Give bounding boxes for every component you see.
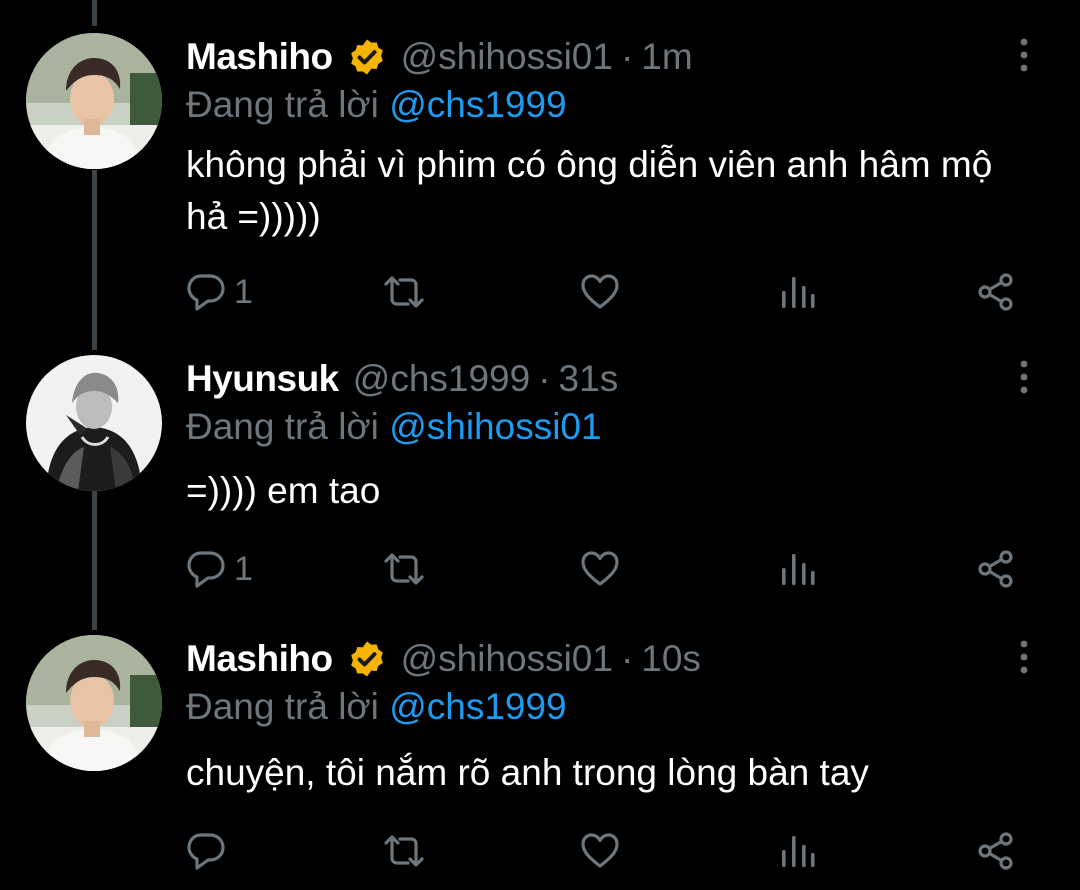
retweet-icon xyxy=(382,272,426,312)
separator-dot: · xyxy=(620,638,634,679)
reply-button[interactable] xyxy=(186,829,234,873)
reply-count: 1 xyxy=(234,549,253,588)
reply-icon xyxy=(186,272,226,312)
verified-badge-icon xyxy=(347,37,387,77)
user-handle[interactable]: @shihossi01 xyxy=(401,35,613,79)
analytics-icon xyxy=(778,549,818,589)
analytics-icon xyxy=(778,272,818,312)
share-icon xyxy=(976,272,1016,312)
thread-line-top xyxy=(92,0,97,26)
share-button[interactable] xyxy=(976,547,1016,591)
tweet-3[interactable]: Mashiho @shihossi01 · 10s Đang trả lời @… xyxy=(0,635,1080,885)
tweet-header: Mashiho @shihossi01 · 10s xyxy=(186,637,701,681)
analytics-button[interactable] xyxy=(778,829,818,873)
like-button[interactable] xyxy=(580,547,620,591)
display-name[interactable]: Mashiho xyxy=(186,637,333,681)
retweet-button[interactable] xyxy=(382,829,426,873)
replying-to-label: Đang trả lời xyxy=(186,84,379,125)
share-button[interactable] xyxy=(976,270,1016,314)
retweet-icon xyxy=(382,549,426,589)
tweet-header: Mashiho @shihossi01 · 1m xyxy=(186,35,693,79)
tweet-2[interactable]: Hyunsuk @chs1999 · 31s Đang trả lời @shi… xyxy=(0,355,1080,605)
retweet-button[interactable] xyxy=(382,547,426,591)
avatar[interactable] xyxy=(26,635,162,771)
separator-dot: · xyxy=(538,358,551,399)
mention-link[interactable]: @chs1999 xyxy=(389,84,566,125)
user-handle[interactable]: @shihossi01 xyxy=(401,637,613,681)
display-name[interactable]: Mashiho xyxy=(186,35,333,79)
analytics-icon xyxy=(778,831,818,871)
share-icon xyxy=(976,831,1016,871)
replying-to: Đang trả lời @shihossi01 xyxy=(186,405,602,449)
user-handle[interactable]: @chs1999 xyxy=(353,357,530,401)
reply-count: 1 xyxy=(234,272,253,311)
share-button[interactable] xyxy=(976,829,1016,873)
reply-icon xyxy=(186,831,226,871)
mention-link[interactable]: @shihossi01 xyxy=(389,406,601,447)
display-name[interactable]: Hyunsuk xyxy=(186,357,339,401)
tweet-text: không phải vì phim có ông diễn viên anh … xyxy=(186,144,993,237)
avatar-image xyxy=(26,635,162,771)
avatar[interactable] xyxy=(26,33,162,169)
tweet-1[interactable]: Mashiho @shihossi01 · 1m Đang trả lời @c… xyxy=(0,33,1080,323)
retweet-button[interactable] xyxy=(382,270,426,314)
like-icon xyxy=(580,272,620,312)
reply-button[interactable]: 1 xyxy=(186,270,253,314)
timestamp[interactable]: 10s xyxy=(641,637,701,681)
replying-to: Đang trả lời @chs1999 xyxy=(186,83,567,127)
verified-badge-icon xyxy=(347,639,387,679)
action-bar xyxy=(186,829,1026,873)
like-button[interactable] xyxy=(580,829,620,873)
tweet-text: chuyện, tôi nắm rõ anh trong lòng bàn ta… xyxy=(186,752,869,793)
replying-to-label: Đang trả lời xyxy=(186,406,379,447)
more-options-icon[interactable] xyxy=(1016,359,1032,395)
share-icon xyxy=(976,549,1016,589)
more-options-icon[interactable] xyxy=(1016,37,1032,73)
avatar-image xyxy=(26,355,162,491)
timestamp[interactable]: 1m xyxy=(641,35,692,79)
tweet-text: =)))) em tao xyxy=(186,470,381,511)
replying-to: Đang trả lời @chs1999 xyxy=(186,685,567,729)
like-button[interactable] xyxy=(580,270,620,314)
action-bar: 1 xyxy=(186,270,1026,314)
reply-button[interactable]: 1 xyxy=(186,547,253,591)
action-bar: 1 xyxy=(186,547,1026,591)
avatar-image xyxy=(26,33,162,169)
avatar[interactable] xyxy=(26,355,162,491)
analytics-button[interactable] xyxy=(778,547,818,591)
reply-icon xyxy=(186,549,226,589)
separator-dot: · xyxy=(620,36,634,77)
more-options-icon[interactable] xyxy=(1016,639,1032,675)
retweet-icon xyxy=(382,831,426,871)
replying-to-label: Đang trả lời xyxy=(186,686,379,727)
timestamp[interactable]: 31s xyxy=(559,357,619,401)
tweet-header: Hyunsuk @chs1999 · 31s xyxy=(186,357,618,401)
like-icon xyxy=(580,549,620,589)
like-icon xyxy=(580,831,620,871)
analytics-button[interactable] xyxy=(778,270,818,314)
mention-link[interactable]: @chs1999 xyxy=(389,686,566,727)
